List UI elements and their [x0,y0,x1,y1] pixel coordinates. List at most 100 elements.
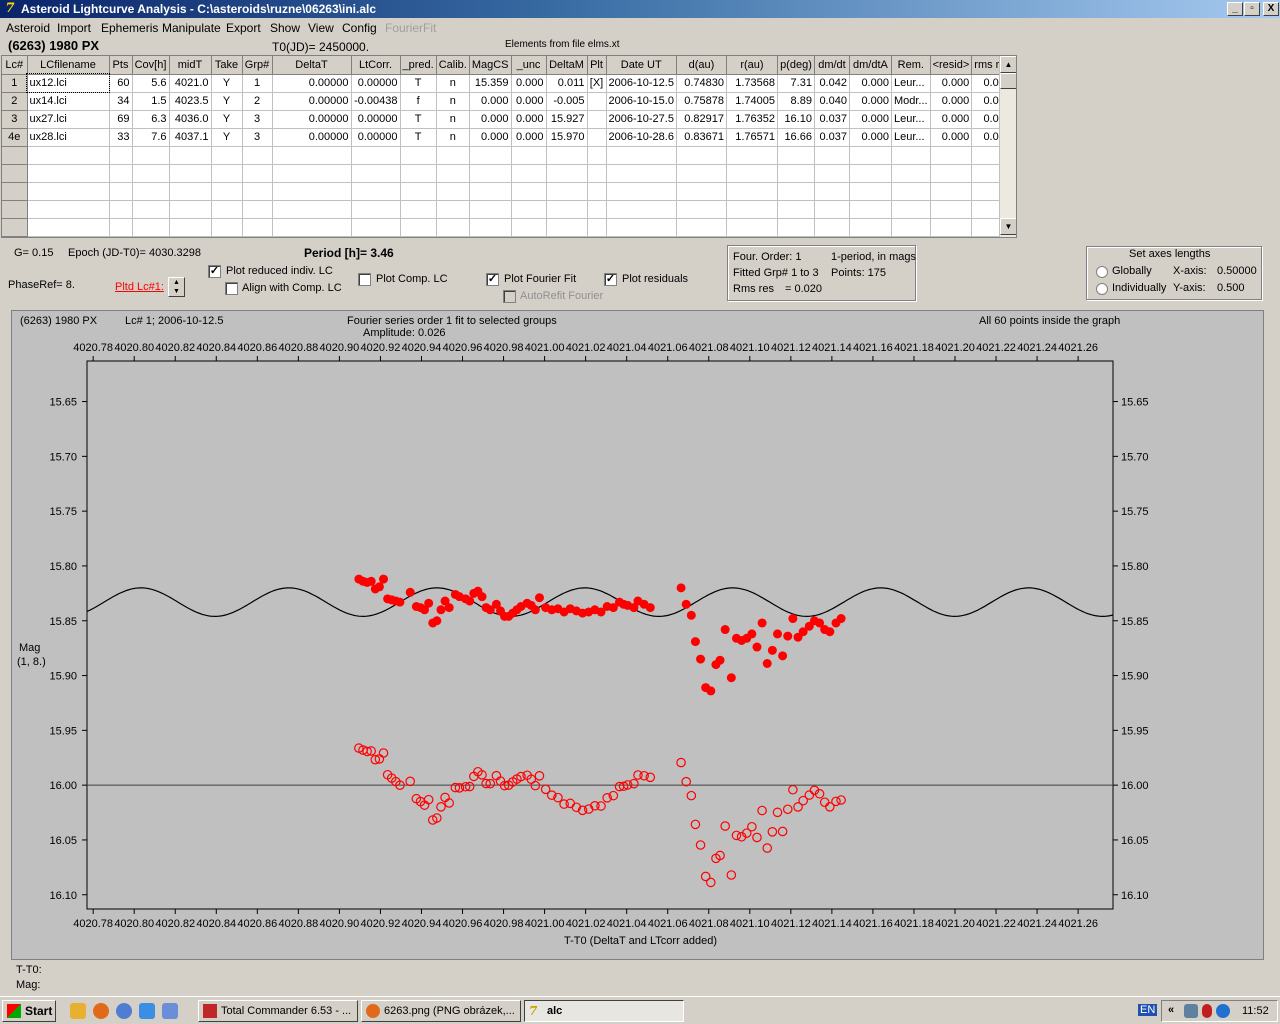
quicklaunch-firefox-icon[interactable] [93,1003,109,1019]
language-indicator[interactable]: EN [1138,1004,1158,1016]
table-cell[interactable]: 16.10 [777,110,815,129]
column-header[interactable]: Lc# [2,56,28,75]
table-cell[interactable] [351,146,401,165]
table-cell[interactable] [132,164,170,183]
table-row[interactable]: 4e ux28.lci 33 7.6 4037.1 Y 3 0.00000 0.00000 Tn 0… [2,128,1014,147]
table-cell[interactable] [726,218,778,237]
table-cell[interactable] [587,200,607,219]
table-cell[interactable] [511,146,547,165]
table-cell[interactable] [436,146,470,165]
quicklaunch-thunderbird-icon[interactable] [116,1003,132,1019]
table-cell[interactable]: 0.000 [930,128,973,147]
column-header[interactable]: DeltaM [546,56,588,75]
table-cell[interactable] [169,164,212,183]
table-cell[interactable] [436,164,470,183]
table-cell[interactable]: 16.66 [777,128,815,147]
table-cell[interactable]: 0.037 [814,128,850,147]
table-cell[interactable] [469,146,512,165]
column-header[interactable]: Plt [587,56,607,75]
maximize-button[interactable]: ▫ [1244,2,1260,16]
table-cell[interactable]: 69 [109,110,133,129]
table-cell[interactable]: 2006-10-27.5 [606,110,677,129]
task-total-commander[interactable]: Total Commander 6.53 - ... [198,1000,358,1022]
table-cell[interactable] [587,146,607,165]
lightcurve-table[interactable]: Lc# LCfilename Pts Cov[h] midT Take Grp# DeltaT… [1,55,1017,238]
menu-import[interactable]: Import [57,21,91,35]
table-cell[interactable] [169,200,212,219]
table-cell[interactable] [211,200,243,219]
table-scrollbar[interactable]: ▲ ▼ [999,56,1016,237]
table-cell[interactable] [849,182,892,201]
table-cell[interactable]: 0.000 [849,110,892,129]
scroll-up-button[interactable]: ▲ [1000,56,1016,73]
quicklaunch-desktop-icon[interactable] [162,1003,178,1019]
table-cell[interactable] [777,164,815,183]
lightcurve-grid[interactable]: Lc# LCfilename Pts Cov[h] midT Take Grp# DeltaT… [2,56,1014,237]
table-cell[interactable]: 0.000 [511,92,547,111]
table-cell[interactable]: 4036.0 [169,110,212,129]
tray-antivirus-icon[interactable] [1202,1004,1212,1018]
table-cell[interactable]: 0.00000 [351,74,401,93]
table-cell[interactable]: Leur... [891,128,931,147]
table-cell[interactable]: 1 [242,74,273,93]
table-cell[interactable]: T [400,110,437,129]
table-cell[interactable] [27,218,110,237]
table-cell[interactable] [676,218,727,237]
table-cell[interactable] [814,182,850,201]
table-cell[interactable] [109,164,133,183]
table-cell[interactable] [511,200,547,219]
table-cell[interactable]: -0.005 [546,92,588,111]
table-cell[interactable] [436,200,470,219]
table-cell[interactable] [211,164,243,183]
table-cell[interactable] [436,218,470,237]
table-cell[interactable]: 0.000 [469,92,512,111]
table-cell[interactable]: Y [211,92,243,111]
lc-spinner[interactable]: ▲ ▼ [168,277,185,297]
table-cell[interactable] [587,218,607,237]
row-header[interactable]: 2 [2,92,28,111]
table-cell[interactable]: Y [211,74,243,93]
table-cell[interactable]: 1.74005 [726,92,778,111]
column-header[interactable]: LCfilename [27,56,110,75]
y-axis-value[interactable]: 0.500 [1217,282,1245,294]
column-header[interactable]: Pts [109,56,133,75]
table-cell[interactable]: [X] [587,74,607,93]
table-cell[interactable] [777,146,815,165]
table-cell[interactable]: 4021.0 [169,74,212,93]
table-cell[interactable]: n [436,128,470,147]
table-cell[interactable] [606,200,677,219]
scroll-down-button[interactable]: ▼ [1000,218,1016,235]
table-cell[interactable] [849,200,892,219]
column-header[interactable]: d(au) [676,56,727,75]
table-cell[interactable] [27,200,110,219]
table-cell[interactable]: 2 [242,92,273,111]
table-cell[interactable]: Modr... [891,92,931,111]
column-header[interactable]: Take [211,56,243,75]
table-cell[interactable]: 0.000 [849,74,892,93]
table-cell[interactable] [849,146,892,165]
table-cell[interactable]: 3 [242,128,273,147]
table-cell[interactable]: 33 [109,128,133,147]
column-header[interactable]: Calib. [436,56,470,75]
table-cell[interactable] [272,164,352,183]
table-cell[interactable]: ux28.lci [27,128,110,147]
table-cell[interactable] [891,146,931,165]
table-cell[interactable]: 4037.1 [169,128,212,147]
table-cell[interactable] [242,164,273,183]
table-cell[interactable] [27,182,110,201]
table-cell[interactable] [891,218,931,237]
table-cell[interactable] [930,200,973,219]
table-cell[interactable]: T [400,74,437,93]
table-cell[interactable] [606,146,677,165]
table-cell[interactable] [849,218,892,237]
table-cell[interactable]: ux12.lci [26,73,110,93]
table-cell[interactable]: 1.5 [132,92,170,111]
table-cell[interactable] [400,164,437,183]
table-row[interactable]: 3 ux27.lci 69 6.3 4036.0 Y 3 0.00000 0.00000 Tn 0.… [2,110,1014,129]
table-cell[interactable]: 1.76352 [726,110,778,129]
table-cell[interactable] [511,182,547,201]
table-cell[interactable]: 2006-10-28.6 [606,128,677,147]
table-cell[interactable]: 0.00000 [351,110,401,129]
empty-row[interactable] [2,218,1014,237]
table-cell[interactable] [469,218,512,237]
